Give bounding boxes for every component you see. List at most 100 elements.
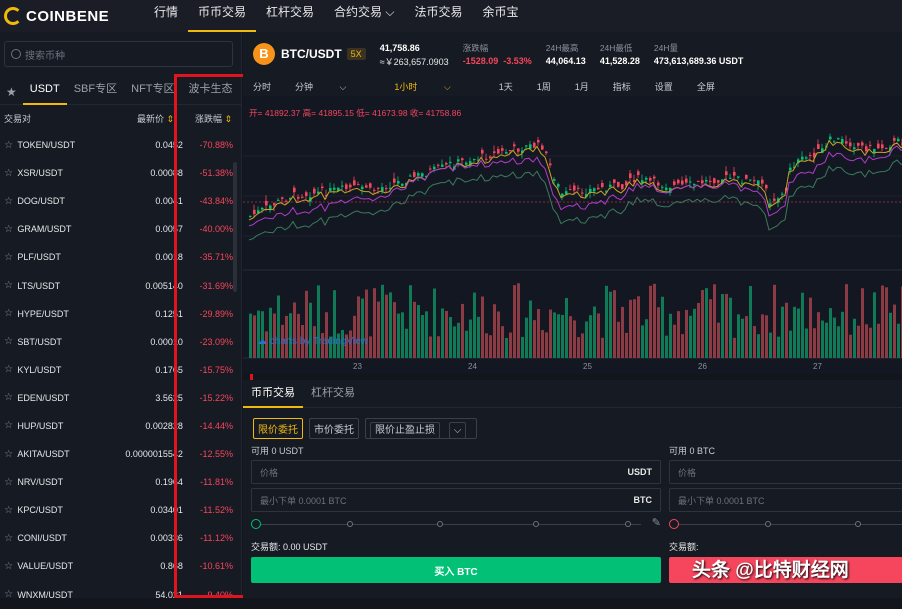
star-icon[interactable]: ☆ [0,505,17,516]
chart-toolbar: 分时 分钟 ⌵ 1小时 ⌵ 1天 1周 1月 指标 设置 全屏 [243,76,902,96]
slider-step[interactable] [533,521,539,527]
tab-spot-trade[interactable]: 币币交易 [243,380,303,408]
slider-step[interactable] [855,521,861,527]
star-icon[interactable]: ☆ [0,308,17,319]
nav-item-savings[interactable]: 余币宝 [473,0,529,32]
price-value: 0.00010 [150,336,183,347]
logo[interactable]: COINBENE [4,7,144,25]
price-value: 0.005140 [145,280,183,291]
buy-price-input[interactable]: 价格 USDT [251,460,661,484]
buy-button[interactable]: 买入 BTC [251,557,661,583]
btc-icon: B [253,43,275,65]
nav-item-futures[interactable]: 合约交易 ⌵ [324,0,404,32]
market-order-tab[interactable]: 市价委托 [309,418,359,439]
star-icon[interactable]: ☆ [0,336,17,347]
slider-step[interactable] [347,521,353,527]
pair-label: HYPE/USDT [17,308,69,319]
change-label: 涨跌幅 [462,43,489,53]
toolbar-settings[interactable]: 设置 [655,80,673,93]
limit-order-tab[interactable]: 限价委托 [253,418,303,439]
star-icon[interactable]: ☆ [0,533,17,544]
slider-step[interactable] [765,521,771,527]
price-value: 0.1251 [155,308,183,319]
favorites-star-icon[interactable]: ★ [0,85,23,99]
pair-label: CONI/USDT [17,533,67,544]
pair-label: SBT/USDT [17,336,62,347]
col-pair[interactable]: 交易对 [4,112,90,125]
nav-item-market[interactable]: 行情 [144,0,188,32]
tab-margin-trade[interactable]: 杠杆交易 [303,380,363,408]
tab-sbf[interactable]: SBF专区 [67,79,124,105]
star-icon[interactable]: ☆ [0,224,17,235]
buy-slider[interactable]: ✎ [251,516,661,532]
toolbar-1h[interactable]: 1小时 ⌵ [394,80,474,93]
chart-canvas[interactable] [243,96,902,374]
tab-nft[interactable]: NFT专区 [124,79,181,105]
pair-label: HUP/USDT [17,420,64,431]
slider-step[interactable] [437,521,443,527]
star-icon[interactable]: ☆ [0,364,17,375]
toolbar-fullscreen[interactable]: 全屏 [697,80,715,93]
date-tick: 23 [353,362,362,371]
pair-label: AKITA/USDT [17,449,70,460]
volume-label: 24H量 [653,43,678,53]
buy-price-unit: USDT [627,467,653,477]
toolbar-1d[interactable]: 1天 [499,80,513,93]
price-value: 0.00088 [150,168,183,179]
star-icon[interactable]: ☆ [0,589,17,600]
toolbar-minute-label: 分钟 [295,81,314,92]
ohlc-readout: 开= 41892.37 高= 41895.15 低= 41673.98 收= 4… [249,108,462,118]
watermark: 头条 @比特财经网 [692,560,849,581]
stop-limit-tab[interactable]: 限价止盈止损 ⌵ [365,418,478,439]
change-stat: 涨跌幅 -1528.09 -3.53% [463,42,532,66]
low-label: 24H最低 [599,43,633,53]
order-types: 限价委托 市价委托 限价止盈止损 ⌵ [253,418,902,439]
nav-item-fiat[interactable]: 法币交易 [405,0,473,32]
search-input[interactable]: 搜索币种 [25,47,65,62]
search-box[interactable]: 搜索币种 [4,41,233,67]
sell-price-placeholder: 价格 [678,467,697,478]
tradingview-brand[interactable]: ☁ charts by TradingView [257,336,368,347]
buy-amount: 交易额: 0.00 USDT [251,542,328,552]
toolbar-minute[interactable]: 分钟 ⌵ [295,80,370,93]
toolbar-timeline[interactable]: 分时 [253,80,271,93]
price-value: 0.868 [160,561,183,572]
toolbar-1w[interactable]: 1周 [537,80,551,93]
star-icon[interactable]: ☆ [0,392,17,403]
slider-knob[interactable] [669,519,679,529]
nav-item-margin[interactable]: 杠杆交易 [256,0,324,32]
star-icon[interactable]: ☆ [0,280,17,291]
trade-tabs: 币币交易 杠杆交易 [243,380,902,408]
tradingview-cloud-icon: ☁ [257,336,270,347]
chevron-down-icon: ⌵ [448,422,467,439]
edit-icon[interactable]: ✎ [652,516,661,529]
nav-item-spot[interactable]: 币币交易 [188,0,257,32]
tab-usdt[interactable]: USDT [22,79,67,105]
star-icon[interactable]: ☆ [0,449,17,460]
pair-label: TOKEN/USDT [17,140,76,151]
pair-label: WNXM/USDT [17,589,73,600]
last-price: 41,758.86 ≈￥263,657.0903 [380,41,449,68]
slider-knob[interactable] [251,519,261,529]
buy-column: 可用 0 USDT 价格 USDT 最小下单 0.0001 BTC BTC ✎ 交易… [251,444,661,583]
high-stat: 24H最高 44,064.13 [546,42,586,66]
star-icon[interactable]: ☆ [0,561,17,572]
sell-price-input[interactable]: 价格 [669,460,902,484]
toolbar-indicators[interactable]: 指标 [613,80,631,93]
star-icon[interactable]: ☆ [0,196,17,207]
pair-name[interactable]: BTC/USDT [281,47,342,61]
star-icon[interactable]: ☆ [0,477,17,488]
buy-qty-input[interactable]: 最小下单 0.0001 BTC BTC [251,488,661,512]
price-chart[interactable]: 开= 41892.37 高= 41895.15 低= 41673.98 收= 4… [243,96,902,374]
star-icon[interactable]: ☆ [0,168,17,179]
star-icon[interactable]: ☆ [0,252,17,263]
col-price[interactable]: 最新价 ⇕ [90,112,174,125]
price-value: 0.03401 [150,505,183,516]
high-label: 24H最高 [545,43,579,53]
slider-step[interactable] [625,521,631,527]
sell-slider[interactable] [669,516,902,532]
star-icon[interactable]: ☆ [0,140,17,151]
toolbar-1m[interactable]: 1月 [575,80,589,93]
star-icon[interactable]: ☆ [0,420,17,431]
sell-qty-input[interactable]: 最小下单 0.0001 BTC [669,488,902,512]
